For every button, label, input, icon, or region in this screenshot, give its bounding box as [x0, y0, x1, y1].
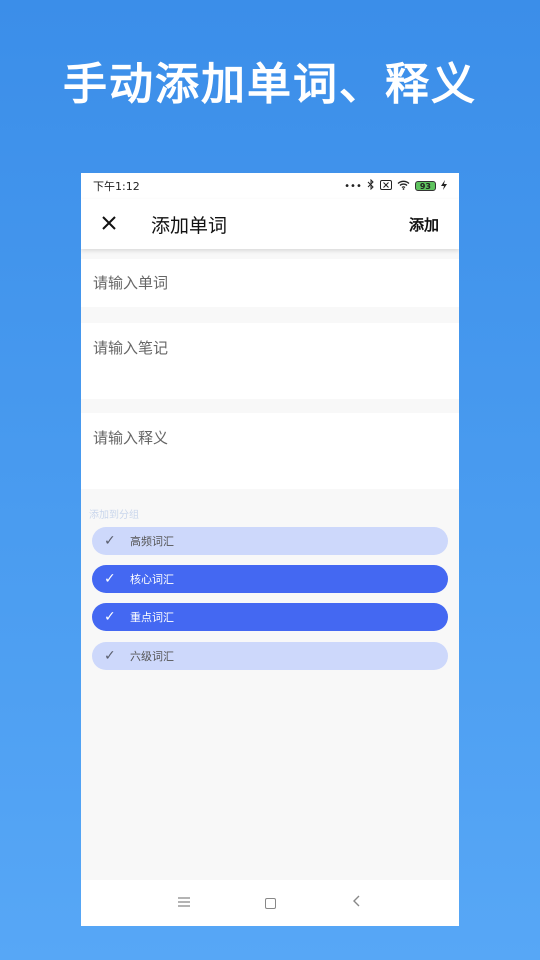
group-chip-label: 核心词汇: [130, 573, 174, 586]
close-icon: [101, 212, 117, 237]
group-chip-high-frequency[interactable]: ✓ 高频词汇: [92, 527, 448, 555]
wifi-icon: [397, 180, 410, 193]
group-chip-label: 六级词汇: [130, 650, 174, 663]
home-button[interactable]: [255, 897, 285, 909]
group-chip-label: 重点词汇: [130, 611, 174, 624]
check-icon: ✓: [104, 571, 116, 587]
check-icon: ✓: [104, 609, 116, 625]
battery-icon: 93: [414, 181, 436, 191]
phone-screen: 下午1:12 ••• 93 添加单词 添加 请输入单词 请输入笔记 请输入释义 …: [81, 173, 459, 926]
check-icon: ✓: [104, 648, 116, 664]
no-sim-icon: [379, 179, 392, 193]
group-chip-core[interactable]: ✓ 核心词汇: [92, 565, 448, 593]
group-section-label: 添加到分组: [89, 510, 139, 521]
top-app-bar: 添加单词 添加: [81, 199, 459, 249]
check-icon: ✓: [104, 533, 116, 549]
more-dots-icon: •••: [344, 180, 362, 192]
back-button[interactable]: [341, 895, 371, 911]
status-icons: ••• 93: [344, 178, 447, 193]
note-input[interactable]: [81, 323, 459, 399]
close-button[interactable]: [81, 199, 137, 249]
status-bar: 下午1:12 ••• 93: [81, 173, 459, 199]
back-icon: [352, 895, 360, 911]
group-chip-label: 高频词汇: [130, 535, 174, 548]
charging-icon: [441, 179, 447, 193]
home-icon: [264, 897, 276, 909]
definition-input[interactable]: [81, 413, 459, 489]
group-chip-cet6[interactable]: ✓ 六级词汇: [92, 642, 448, 670]
system-nav-bar: [81, 880, 459, 926]
word-input[interactable]: [81, 259, 459, 307]
bluetooth-icon: [367, 178, 375, 193]
menu-button[interactable]: [169, 895, 199, 911]
add-button[interactable]: 添加: [389, 214, 459, 235]
status-time: 下午1:12: [93, 180, 140, 193]
menu-icon: [178, 895, 190, 911]
page-title: 添加单词: [151, 214, 228, 237]
group-chip-key[interactable]: ✓ 重点词汇: [92, 603, 448, 631]
promo-headline: 手动添加单词、释义: [63, 59, 477, 110]
